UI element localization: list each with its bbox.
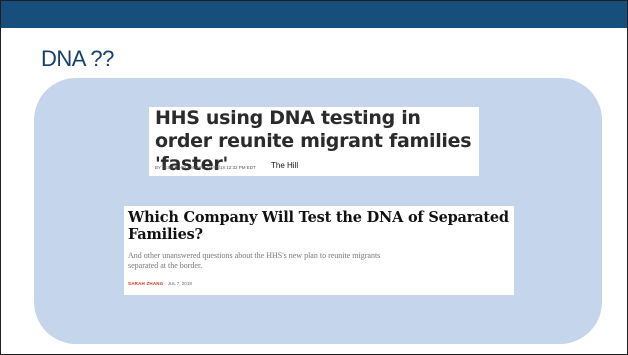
- top-bar: [1, 1, 627, 28]
- atlantic-headline: Which Company Will Test the DNA of Separ…: [128, 209, 509, 243]
- hill-byline: BY JESSIE HELLMANN - 07/05/18 12:32 PM E…: [155, 165, 256, 170]
- atlantic-date: JUL 7, 2018: [167, 281, 192, 286]
- slide-title: DNA ??: [41, 46, 114, 71]
- atlantic-author: SARAH ZHANG: [128, 281, 164, 286]
- slide: DNA ?? HHS using DNA testing in order re…: [0, 0, 628, 355]
- atlantic-byline: SARAH ZHANG JUL 7, 2018: [128, 281, 192, 286]
- atlantic-clipping: Which Company Will Test the DNA of Separ…: [124, 206, 514, 295]
- the-hill-clipping: HHS using DNA testing in order reunite m…: [149, 107, 479, 176]
- hill-source-label: The Hill: [271, 161, 299, 170]
- atlantic-dek: And other unanswered questions about the…: [128, 251, 381, 270]
